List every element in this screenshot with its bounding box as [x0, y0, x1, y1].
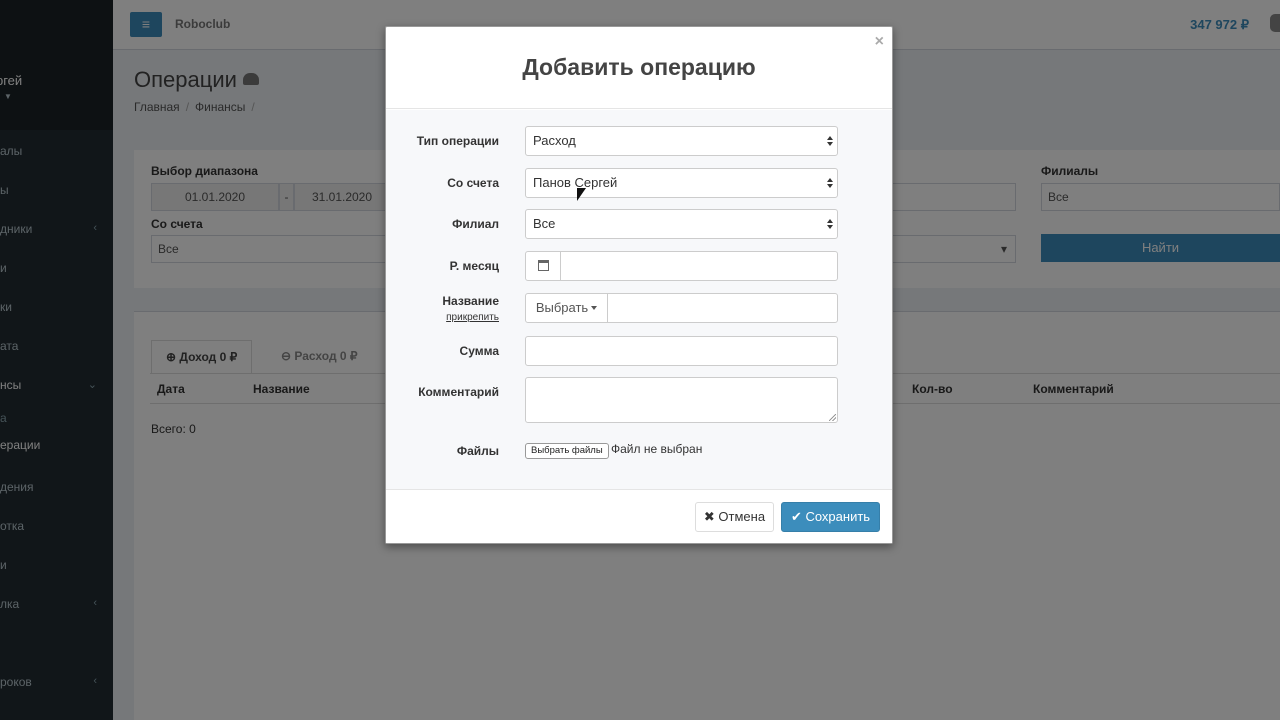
branch-value: Все — [533, 216, 556, 231]
comment-label: Комментарий — [418, 385, 499, 399]
calendar-icon — [537, 260, 549, 271]
calendar-button[interactable] — [525, 251, 561, 281]
modal-footer: ✖ Отмена ✔ Сохранить — [386, 489, 892, 543]
modal-header: Добавить операцию × — [386, 27, 892, 109]
account-value: Панов Сергей — [533, 175, 618, 190]
operation-type-select[interactable]: Расход — [525, 126, 838, 156]
mouse-pointer-icon — [577, 188, 586, 201]
select-arrows-icon — [827, 219, 833, 229]
modal-title: Добавить операцию — [522, 54, 756, 80]
name-label: Название — [442, 294, 499, 308]
branch-label: Филиал — [452, 217, 499, 231]
sum-label: Сумма — [459, 344, 499, 358]
file-status: Файл не выбран — [611, 442, 703, 456]
cancel-button[interactable]: ✖ Отмена — [695, 502, 774, 532]
close-icon: ✖ — [703, 509, 719, 524]
month-label: Р. месяц — [449, 259, 499, 273]
branch-select[interactable]: Все — [525, 209, 838, 239]
select-arrows-icon — [827, 178, 833, 188]
operation-type-label: Тип операции — [416, 134, 499, 148]
month-input[interactable] — [560, 251, 838, 281]
choose-dropdown-button[interactable]: Выбрать — [525, 293, 608, 323]
cancel-label: Отмена — [718, 509, 766, 524]
select-arrows-icon — [827, 136, 833, 146]
account-select[interactable]: Панов Сергей — [525, 168, 838, 198]
resize-handle-icon[interactable] — [829, 414, 836, 421]
choose-label: Выбрать — [535, 300, 589, 315]
attach-link[interactable]: прикрепить — [446, 312, 499, 323]
close-icon[interactable]: × — [875, 33, 884, 51]
name-input[interactable] — [607, 293, 838, 323]
save-label: Сохранить — [805, 509, 871, 524]
save-button[interactable]: ✔ Сохранить — [781, 502, 880, 532]
choose-files-button[interactable]: Выбрать файлы — [525, 443, 609, 459]
operation-type-value: Расход — [533, 133, 576, 148]
check-icon: ✔ — [790, 509, 806, 524]
add-operation-modal: Добавить операцию × Тип операции Расход … — [385, 26, 893, 544]
caret-down-icon — [591, 306, 598, 310]
account-label: Со счета — [447, 176, 499, 190]
comment-textarea[interactable] — [525, 377, 838, 423]
files-label: Файлы — [456, 444, 499, 458]
sum-input[interactable] — [525, 336, 838, 366]
